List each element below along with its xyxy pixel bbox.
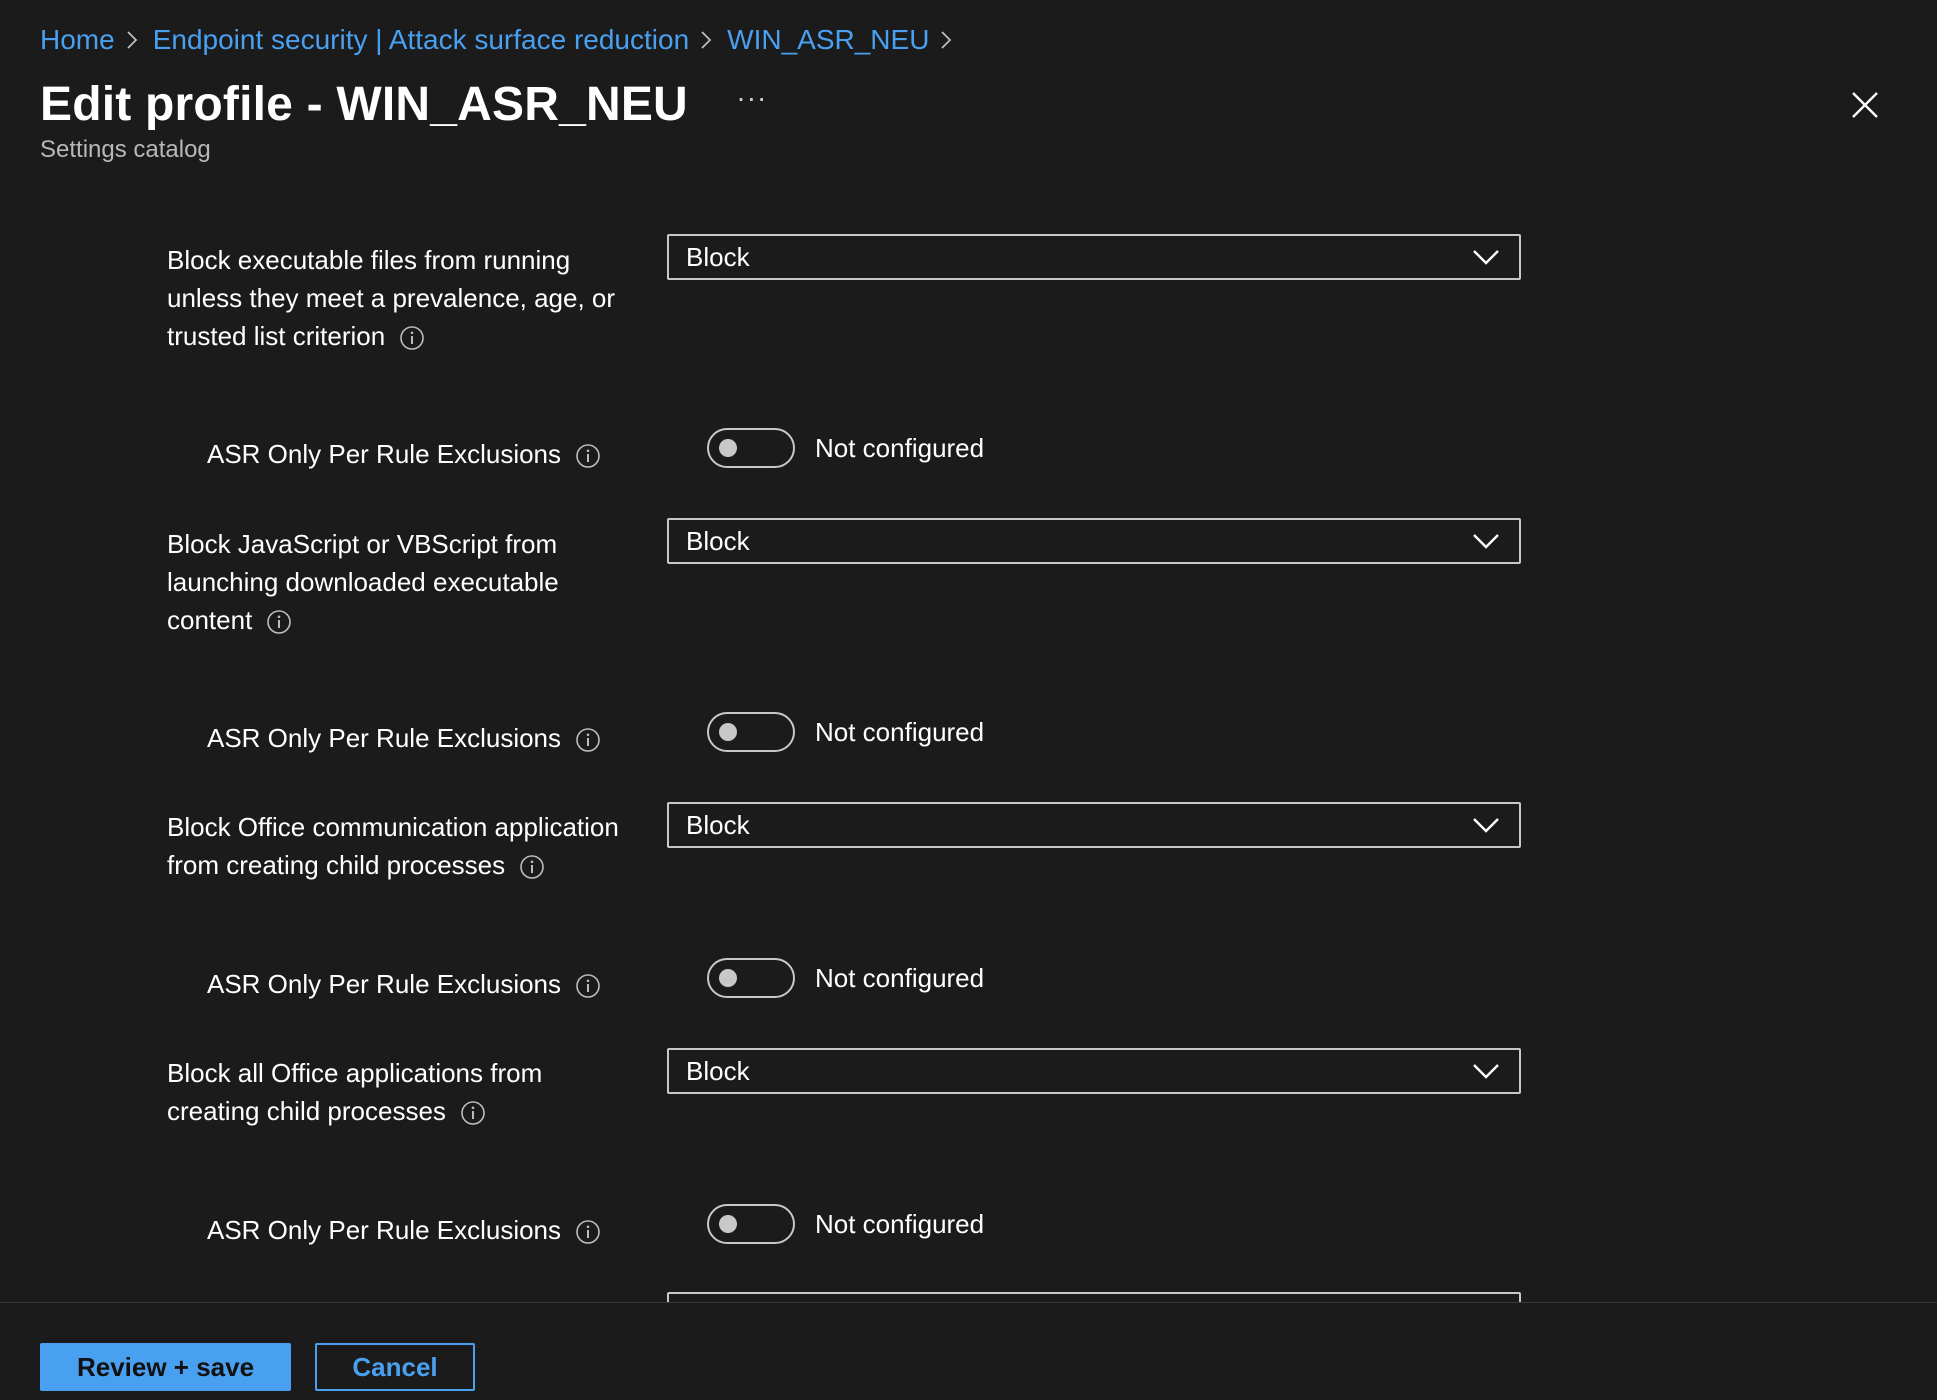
info-icon[interactable]: [575, 725, 601, 752]
setting-dropdown-partial[interactable]: [667, 1292, 1521, 1302]
chevron-right-icon: [115, 25, 153, 55]
page-subtitle: Settings catalog: [40, 136, 211, 163]
chevron-right-icon: [929, 25, 967, 55]
toggle-knob: [719, 1215, 737, 1233]
footer: Review + save Cancel: [0, 1302, 1937, 1400]
info-icon[interactable]: [399, 323, 425, 350]
title-row: Edit profile - WIN_ASR_NEU ···: [40, 72, 772, 136]
toggle-knob: [719, 723, 737, 741]
exclusions-label-text: ASR Only Per Rule Exclusions: [207, 969, 562, 999]
info-icon[interactable]: [575, 441, 601, 468]
page-title: Edit profile - WIN_ASR_NEU: [40, 77, 688, 131]
setting-dropdown-javascript-vbscript[interactable]: Block: [667, 518, 1521, 564]
review-save-button[interactable]: Review + save: [40, 1343, 291, 1391]
toggle-state-label: Not configured: [815, 717, 985, 747]
info-icon[interactable]: [460, 1098, 486, 1125]
setting-dropdown-executable-files[interactable]: Block: [667, 234, 1521, 280]
setting-label-text: Block executable files from running unle…: [167, 245, 616, 351]
dropdown-value: Block: [686, 525, 750, 556]
close-icon: [1852, 92, 1878, 118]
toggle-state-label: Not configured: [815, 963, 985, 993]
chevron-down-icon: [1473, 534, 1499, 549]
dropdown-value: Block: [686, 809, 750, 840]
breadcrumb-profile[interactable]: WIN_ASR_NEU: [727, 24, 929, 56]
exclusions-label: ASR Only Per Rule Exclusions: [207, 719, 601, 757]
exclusions-label-text: ASR Only Per Rule Exclusions: [207, 1215, 562, 1245]
exclusions-label: ASR Only Per Rule Exclusions: [207, 965, 601, 1003]
setting-label-text: Block all Office applications from creat…: [167, 1058, 543, 1126]
info-icon[interactable]: [519, 852, 545, 879]
setting-label-office-applications: Block all Office applications from creat…: [167, 1054, 637, 1130]
info-icon[interactable]: [575, 971, 601, 998]
dropdown-value: Block: [686, 1055, 750, 1086]
info-icon[interactable]: [575, 1217, 601, 1244]
setting-label-text: Block Office communication application f…: [167, 812, 619, 880]
exclusions-toggle[interactable]: [707, 958, 795, 998]
edit-profile-page: Block executable files from running unle…: [0, 0, 1937, 1400]
exclusions-toggle[interactable]: [707, 428, 795, 468]
cancel-button[interactable]: Cancel: [315, 1343, 475, 1391]
settings-list[interactable]: Block executable files from running unle…: [0, 0, 1937, 1302]
dropdown-value: Block: [686, 241, 750, 272]
exclusions-label: ASR Only Per Rule Exclusions: [207, 435, 601, 473]
exclusions-toggle[interactable]: [707, 712, 795, 752]
toggle-knob: [719, 969, 737, 987]
breadcrumb-endpoint-security[interactable]: Endpoint security | Attack surface reduc…: [153, 24, 689, 56]
exclusions-toggle[interactable]: [707, 1204, 795, 1244]
chevron-down-icon: [1473, 250, 1499, 265]
exclusions-label-text: ASR Only Per Rule Exclusions: [207, 723, 562, 753]
setting-label-text: Block JavaScript or VBScript from launch…: [167, 529, 559, 635]
toggle-knob: [719, 439, 737, 457]
chevron-down-icon: [1473, 1064, 1499, 1079]
more-options-button[interactable]: ···: [732, 82, 772, 124]
chevron-right-icon: [689, 25, 727, 55]
breadcrumb-home[interactable]: Home: [40, 24, 115, 56]
setting-dropdown-office-communication[interactable]: Block: [667, 802, 1521, 848]
setting-label-javascript-vbscript: Block JavaScript or VBScript from launch…: [167, 525, 637, 639]
chevron-down-icon: [1473, 818, 1499, 833]
toggle-state-label: Not configured: [815, 1209, 985, 1239]
breadcrumb: Home Endpoint security | Attack surface …: [40, 22, 967, 58]
info-icon[interactable]: [266, 607, 292, 634]
setting-dropdown-office-applications[interactable]: Block: [667, 1048, 1521, 1094]
setting-label-executable-files: Block executable files from running unle…: [167, 241, 637, 355]
exclusions-label-text: ASR Only Per Rule Exclusions: [207, 439, 562, 469]
close-button[interactable]: [1848, 88, 1882, 122]
exclusions-label: ASR Only Per Rule Exclusions: [207, 1211, 601, 1249]
setting-label-office-communication: Block Office communication application f…: [167, 808, 637, 884]
toggle-state-label: Not configured: [815, 433, 985, 463]
